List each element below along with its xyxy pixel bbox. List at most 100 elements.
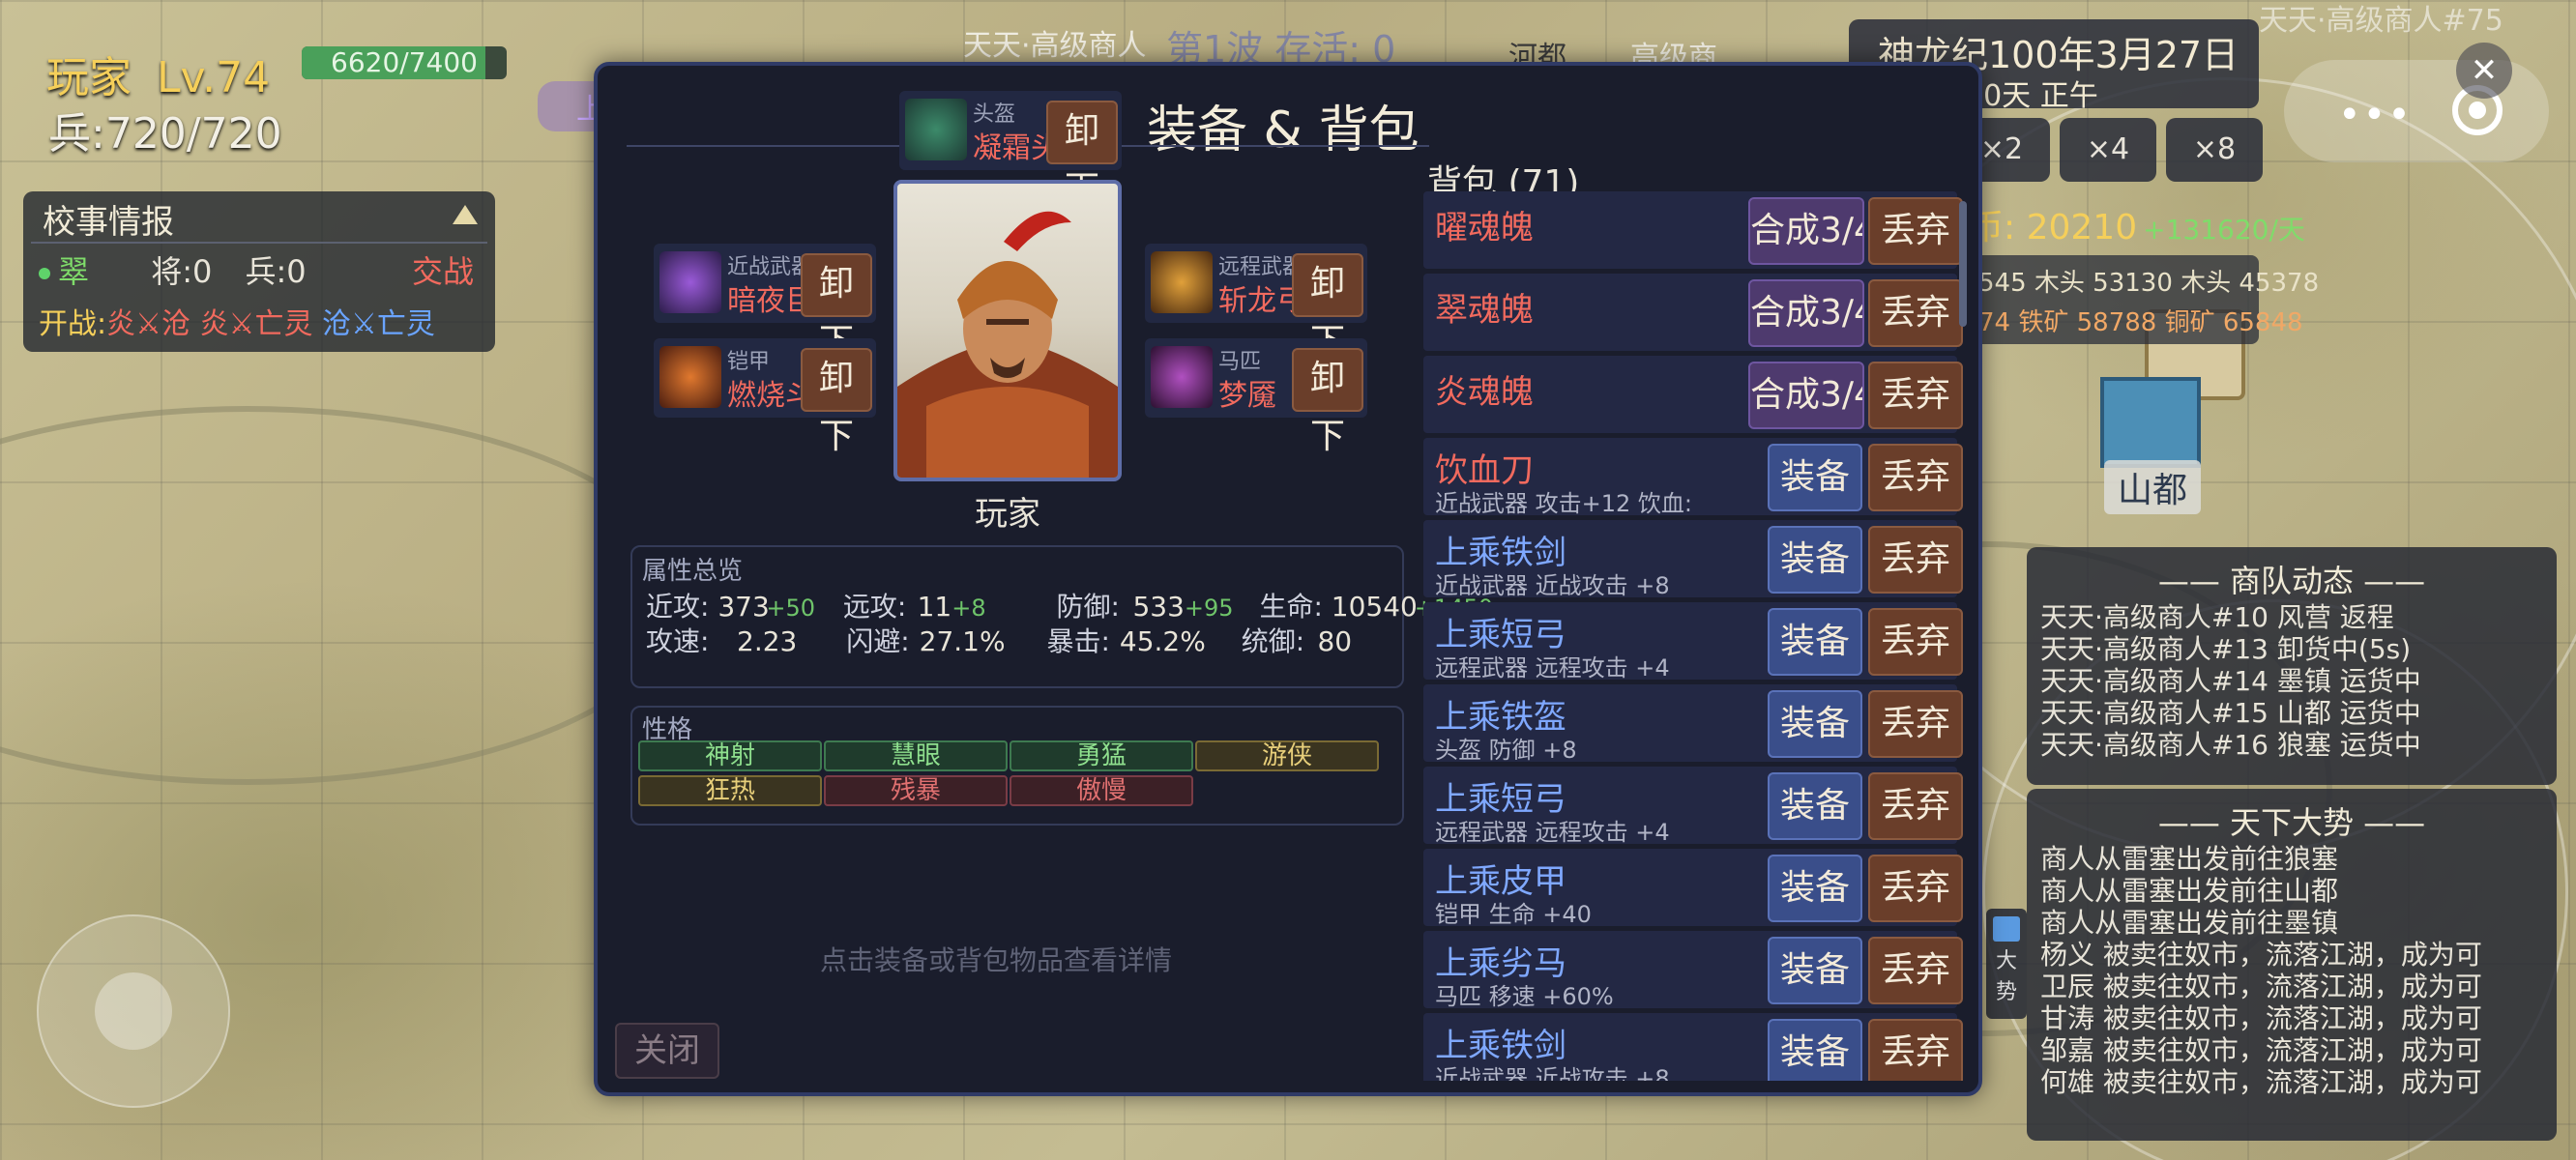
world-title-text: 天下大势 xyxy=(2229,804,2354,841)
news-line: 商人从雷塞出发前往狼塞 xyxy=(2040,843,2339,875)
equip-slot-helmet[interactable]: 头盔 凝霜头盔 卸下 xyxy=(899,91,1122,209)
trait-tag[interactable]: 神射 xyxy=(638,740,822,771)
unequip-button[interactable]: 卸下 xyxy=(801,253,872,362)
collapse-icon[interactable] xyxy=(453,205,478,224)
equip-button[interactable]: 装备 xyxy=(1768,1019,1862,1081)
stat-value: 10540 xyxy=(1331,591,1418,623)
engage-button[interactable]: 交战 xyxy=(412,247,474,292)
stats-row-2: 攻速: 2.23 闪避: 27.1% 暴击: 45.2% 统御: 80 xyxy=(646,621,1352,659)
bag-item-name: 翠魂魄 xyxy=(1435,291,1534,330)
stat-label: 暴击: xyxy=(1046,625,1110,657)
discard-button[interactable]: 丢弃 xyxy=(1868,855,1963,922)
city-marker[interactable] xyxy=(2100,377,2201,468)
discard-button[interactable]: 丢弃 xyxy=(1868,1019,1963,1081)
discard-button[interactable]: 丢弃 xyxy=(1868,444,1963,511)
unequip-button[interactable]: 卸下 xyxy=(801,348,872,456)
news-line: 何雄 被卖往奴市，流落江湖，成为可 xyxy=(2040,1066,2482,1098)
trait-tag[interactable]: 勇猛 xyxy=(1010,740,1193,771)
trait-tag[interactable]: 残暴 xyxy=(824,775,1008,806)
equip-button[interactable]: 装备 xyxy=(1768,937,1862,1004)
bag-list[interactable]: 曜魂魄 合成3/4 丢弃 翠魂魄 合成3/4 丢弃 炎魂魄 合成3/4 丢弃 饮血刀 近战武器 攻击… xyxy=(1423,191,1965,1081)
discard-button[interactable]: 丢弃 xyxy=(1868,362,1963,429)
war-pair: 炎⚔沧 xyxy=(106,307,191,341)
more-icon[interactable]: ••• xyxy=(2338,93,2413,137)
stats-title: 属性总览 xyxy=(642,557,744,586)
stat-value: 45.2% xyxy=(1119,625,1206,657)
unequip-button[interactable]: 卸下 xyxy=(1046,101,1118,209)
equip-button[interactable]: 装备 xyxy=(1768,526,1862,594)
stat-label: 统御: xyxy=(1241,625,1305,657)
player-header: 玩家 Lv.74 xyxy=(46,43,270,104)
bag-item[interactable]: 上乘皮甲 铠甲 生命 +40 装备 丢弃 xyxy=(1423,849,1963,928)
discard-button[interactable]: 丢弃 xyxy=(1868,279,1963,347)
coin-amount: 币: 20210 xyxy=(1969,208,2138,247)
warrior-portrait-image xyxy=(897,211,1118,478)
discard-button[interactable]: 丢弃 xyxy=(1868,197,1963,265)
trait-tag[interactable]: 傲慢 xyxy=(1010,775,1193,806)
trait-tag[interactable]: 慧眼 xyxy=(824,740,1008,771)
trait-tag[interactable]: 游侠 xyxy=(1195,740,1379,771)
equip-button[interactable]: 装备 xyxy=(1768,772,1862,840)
horse-icon xyxy=(1151,346,1213,408)
bag-item[interactable]: 上乘铁盔 头盔 防御 +8 装备 丢弃 xyxy=(1423,684,1963,764)
bag-item[interactable]: 上乘铁剑 近战武器 近战攻击 +8 装备 丢弃 xyxy=(1423,520,1963,599)
stat-value: 11 xyxy=(917,591,952,623)
close-button[interactable]: 关闭 xyxy=(615,1023,719,1079)
discard-button[interactable]: 丢弃 xyxy=(1868,690,1963,758)
discard-button[interactable]: 丢弃 xyxy=(1868,608,1963,676)
bag-item[interactable]: 翠魂魄 合成3/4 丢弃 xyxy=(1423,274,1963,351)
bag-item-desc: 铠甲 生命 +40 xyxy=(1435,901,1592,928)
speed-x8-button[interactable]: ×8 xyxy=(2166,118,2263,182)
resource-box: 545 木头 53130 木头 45378 74 铁矿 58788 铜矿 658… xyxy=(1969,255,2319,344)
stat-label: 闪避: xyxy=(846,625,910,657)
bag-scrollbar[interactable] xyxy=(1959,201,1967,327)
intel-panel: 校事情报 翠 将:0 兵:0 交战 开战:炎⚔沧 炎⚔亡灵 沧⚔亡灵 xyxy=(23,191,495,352)
news-line: 杨义 被卖往奴市，流落江湖，成为可 xyxy=(2040,939,2482,971)
synthesize-button[interactable]: 合成3/4 xyxy=(1748,362,1864,429)
modal-title: 装备 & 背包 xyxy=(1147,102,1420,160)
trait-tag[interactable]: 狂热 xyxy=(638,775,822,806)
bag-item[interactable]: 曜魂魄 合成3/4 丢弃 xyxy=(1423,191,1963,269)
world-news-panel: —— 天下大势 —— 商人从雷塞出发前往狼塞 商人从雷塞出发前往山都 商人从雷塞… xyxy=(2027,789,2557,1141)
equip-button[interactable]: 装备 xyxy=(1768,690,1862,758)
equip-button[interactable]: 装备 xyxy=(1768,444,1862,511)
unequip-button[interactable]: 卸下 xyxy=(1292,253,1363,362)
stat-value: 533 xyxy=(1132,591,1185,623)
equip-slot-armor[interactable]: 铠甲 燃烧斗甲 卸下 xyxy=(654,338,876,456)
equip-slot-ranged[interactable]: 远程武器 斩龙弓 卸下 xyxy=(1145,244,1367,362)
caravan-line: 天天·高级商人#14 墨镇 运货中 xyxy=(2040,665,2421,697)
synthesize-button[interactable]: 合成3/4 xyxy=(1748,279,1864,347)
virtual-joystick[interactable] xyxy=(37,914,230,1108)
discard-button[interactable]: 丢弃 xyxy=(1868,937,1963,1004)
bag-item-desc: 马匹 移速 +60% xyxy=(1435,983,1614,1010)
discard-button[interactable]: 丢弃 xyxy=(1868,526,1963,594)
detail-hint: 点击装备或背包物品查看详情 xyxy=(820,944,1173,976)
equip-slot-melee[interactable]: 近战武器 暗夜巨刃 卸下 xyxy=(654,244,876,362)
discard-button[interactable]: 丢弃 xyxy=(1868,772,1963,840)
bag-item[interactable]: 上乘铁剑 近战武器 近战攻击 +8 装备 丢弃 xyxy=(1423,1013,1963,1081)
world-tab-toggle[interactable]: 大势 xyxy=(1986,909,2027,1019)
equip-button[interactable]: 装备 xyxy=(1768,855,1862,922)
bag-item[interactable]: 炎魂魄 合成3/4 丢弃 xyxy=(1423,356,1963,433)
player-level: Lv.74 xyxy=(157,53,271,102)
equip-button[interactable]: 装备 xyxy=(1768,608,1862,676)
speed-x4-button[interactable]: ×4 xyxy=(2060,118,2156,182)
bag-item-name: 曜魂魄 xyxy=(1435,209,1534,247)
bag-item[interactable]: 上乘短弓 远程武器 远程攻击 +4 装备 丢弃 xyxy=(1423,602,1963,682)
war-pair: 炎⚔亡灵 xyxy=(199,307,313,341)
synthesize-button[interactable]: 合成3/4 xyxy=(1748,197,1864,265)
caravan-line: 天天·高级商人#15 山都 运货中 xyxy=(2040,697,2421,729)
stat-label: 生命: xyxy=(1259,591,1323,623)
unequip-button[interactable]: 卸下 xyxy=(1292,348,1363,456)
news-line: 商人从雷塞出发前往山都 xyxy=(2040,875,2339,907)
city-label[interactable]: 山都 xyxy=(2104,460,2202,514)
equip-slot-horse[interactable]: 马匹 梦魇 卸下 xyxy=(1145,338,1367,456)
play-icon xyxy=(1993,916,2020,942)
joystick-knob[interactable] xyxy=(95,972,172,1050)
close-icon[interactable]: ✕ xyxy=(2456,43,2512,99)
bag-item[interactable]: 上乘劣马 马匹 移速 +60% 装备 丢弃 xyxy=(1423,931,1963,1010)
bag-item[interactable]: 上乘短弓 远程武器 远程攻击 +4 装备 丢弃 xyxy=(1423,767,1963,846)
player-portrait[interactable] xyxy=(893,180,1122,481)
bag-item[interactable]: 饮血刀 近战武器 攻击+12 饮血: 装备 丢弃 xyxy=(1423,438,1963,517)
general-count: 将:0 xyxy=(151,253,213,290)
